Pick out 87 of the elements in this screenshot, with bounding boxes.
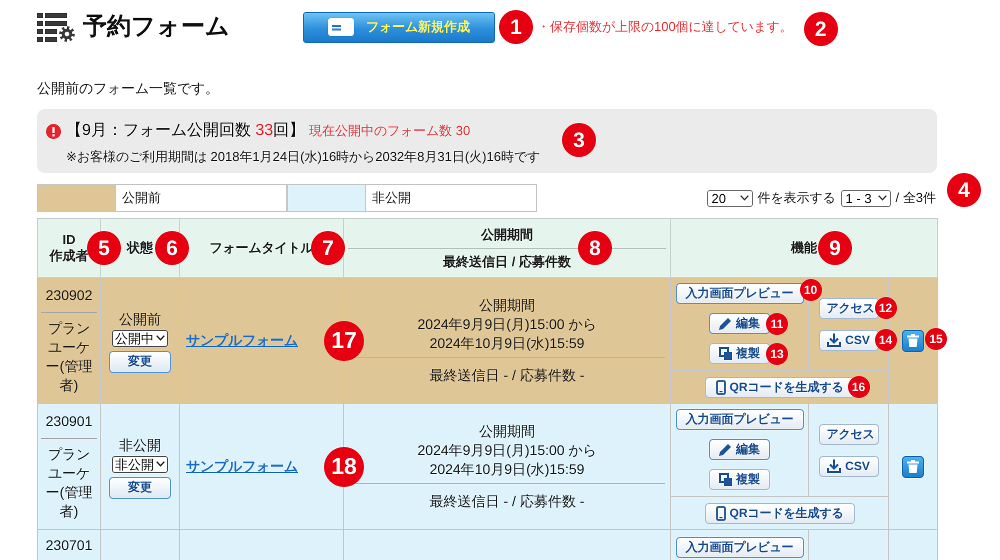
column-header: ID — [62, 232, 76, 248]
csv-button[interactable]: CSV — [818, 456, 878, 476]
column-header: 状態 — [127, 240, 153, 256]
period-start: 2024年9月9日(月)15:00 から — [418, 315, 596, 334]
access-button[interactable]: アクセス — [818, 424, 878, 444]
alert-icon — [46, 124, 61, 138]
form-id: 230901 — [46, 412, 92, 431]
delete-button[interactable] — [902, 456, 924, 478]
annotation-marker: 15 — [925, 328, 947, 350]
form-id: 230902 — [46, 286, 92, 305]
page-range-select[interactable]: 1 - 3 — [840, 190, 891, 206]
annotation-marker: 16 — [848, 376, 870, 398]
legend-label: 公開前 — [116, 184, 287, 212]
caret-icon — [740, 195, 749, 201]
access-button[interactable]: アクセス — [818, 298, 878, 318]
copy-icon — [719, 347, 732, 360]
qr-code-button[interactable]: QRコードを生成する — [704, 502, 854, 524]
period-end: 2024年10月9日(水)15:59 — [430, 334, 584, 353]
column-header: 機能 — [791, 240, 817, 256]
edit-button[interactable]: 編集 — [709, 439, 770, 460]
author-name: プランユーケー(管理者) — [44, 445, 94, 521]
legend-label: 非公開 — [366, 184, 537, 212]
annotation-marker: 1 — [499, 10, 533, 44]
annotation-marker: 11 — [766, 312, 788, 334]
column-header: 最終送信日 / 応募件数 — [443, 252, 571, 270]
column-header: 作成者 — [50, 248, 88, 264]
annotation-marker: 8 — [578, 231, 612, 265]
period-end: 2024年10月9日(水)15:59 — [430, 460, 584, 479]
per-page-select[interactable]: 20 — [706, 190, 753, 206]
submission-stats: 最終送信日 - / 応募件数 - — [430, 366, 584, 385]
phone-icon — [716, 506, 726, 520]
card-icon — [328, 18, 354, 36]
period-label: 公開期間 — [479, 296, 535, 315]
author-name: プランユーケー(管理者) — [44, 319, 94, 395]
csv-button[interactable]: CSV — [818, 330, 878, 350]
preview-button[interactable]: 入力画面プレビュー — [676, 283, 804, 304]
active-form-count: 現在公開中のフォーム数 30 — [309, 122, 470, 140]
period-label: 公開期間 — [479, 422, 535, 441]
submission-stats: 最終送信日 - / 応募件数 - — [430, 492, 584, 511]
annotation-marker: 9 — [818, 231, 852, 265]
copy-icon — [719, 473, 732, 486]
intro-text: 公開前のフォーム一覧です。 — [37, 79, 219, 98]
copy-button[interactable]: 複製 — [709, 343, 770, 364]
list-settings-icon — [37, 12, 75, 42]
annotation-marker: 7 — [311, 231, 345, 265]
annotation-marker: 5 — [87, 231, 121, 265]
annotation-marker: 3 — [562, 123, 596, 157]
annotation-marker: 4 — [947, 173, 981, 207]
edit-button[interactable]: 編集 — [709, 313, 770, 334]
status-label: 非公開 — [119, 436, 161, 454]
annotation-marker: 10 — [800, 279, 822, 301]
delete-button[interactable] — [902, 330, 924, 352]
per-page-label: 件を表示する — [758, 189, 836, 207]
annotation-marker: 13 — [766, 342, 788, 364]
trash-icon — [907, 334, 919, 347]
change-button[interactable]: 変更 — [109, 350, 171, 372]
copy-button[interactable]: 複製 — [709, 469, 770, 490]
column-header: 公開期間 — [481, 226, 533, 244]
limit-notice: ・保存個数が上限の100個に達しています。 — [537, 18, 793, 36]
caret-icon — [156, 335, 165, 341]
form-title-link[interactable]: サンプルフォーム — [186, 458, 298, 474]
status-select[interactable]: 非公開 — [112, 456, 168, 472]
annotation-marker: 2 — [804, 12, 838, 46]
annotation-marker: 17 — [324, 320, 364, 360]
phone-icon — [716, 380, 726, 394]
caret-icon — [156, 461, 165, 467]
trash-icon — [907, 460, 919, 473]
download-icon — [827, 333, 842, 347]
annotation-marker: 6 — [155, 231, 189, 265]
usage-period-text: ※お客様のご利用期間は 2018年1月24日(水)16時から2032年8月31日(火)16時です — [66, 148, 540, 166]
preview-button[interactable]: 入力画面プレビュー — [676, 537, 804, 558]
annotation-marker: 12 — [874, 297, 896, 319]
total-count: / 全3件 — [896, 189, 936, 207]
change-button[interactable]: 変更 — [109, 476, 171, 498]
caret-icon — [878, 195, 887, 201]
status-select[interactable]: 公開中 — [112, 330, 168, 346]
status-label: 公開前 — [119, 310, 161, 328]
publish-count-heading: 【9月：フォーム公開回数 33回】 — [66, 120, 306, 141]
annotation-marker: 14 — [874, 329, 896, 351]
preview-button[interactable]: 入力画面プレビュー — [676, 409, 804, 430]
download-icon — [827, 459, 842, 473]
annotation-marker: 18 — [324, 446, 364, 486]
page-title: 予約フォーム — [83, 12, 230, 42]
pencil-icon — [719, 443, 732, 456]
pencil-icon — [719, 317, 732, 330]
form-id: 230701 — [46, 536, 92, 555]
period-start: 2024年9月9日(月)15:00 から — [418, 441, 596, 460]
